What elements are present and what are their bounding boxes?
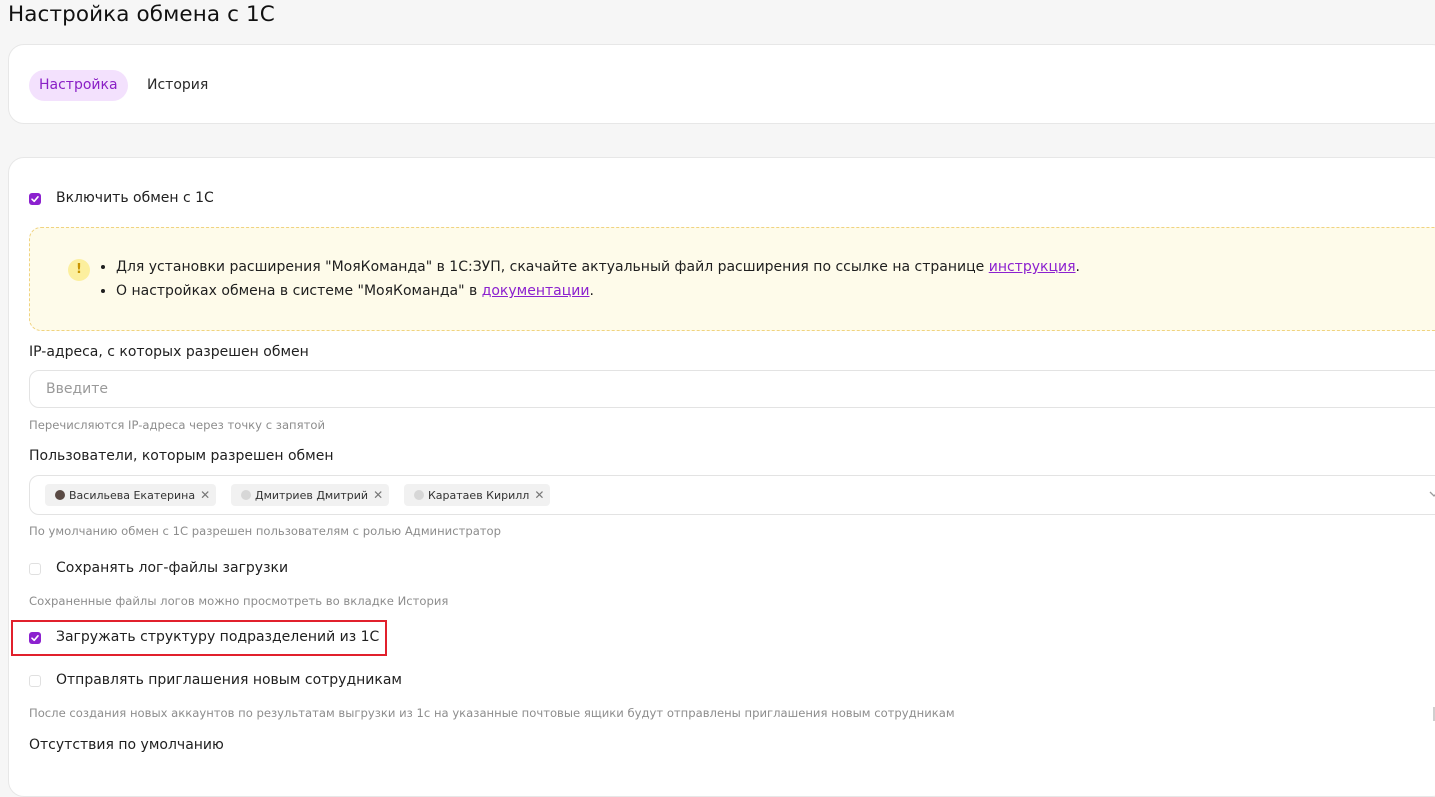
alert-item-end: .	[1075, 259, 1080, 275]
save-logs-label[interactable]: Сохранять лог-файлы загрузки	[56, 560, 288, 576]
send-invites-label[interactable]: Отправлять приглашения новым сотрудникам	[56, 672, 402, 688]
enable-exchange-label[interactable]: Включить обмен с 1С	[56, 190, 214, 206]
user-chip: Васильева Екатерина ✕	[45, 484, 217, 506]
absences-label: Отсутствия по умолчанию	[29, 737, 224, 753]
user-chip-name: Васильева Екатерина	[69, 489, 196, 502]
user-chip: Каратаев Кирилл ✕	[404, 484, 551, 506]
ip-input-wrapper	[29, 370, 1435, 408]
documentation-link[interactable]: документации	[482, 283, 590, 299]
save-logs-hint: Сохраненные файлы логов можно просмотрет…	[29, 594, 449, 608]
load-structure-label[interactable]: Загружать структуру подразделений из 1С	[56, 629, 379, 645]
settings-card: Включить обмен с 1С ! Для установки расш…	[8, 157, 1435, 797]
save-logs-checkbox[interactable]	[29, 563, 41, 575]
alert-item-text: Для установки расширения "МояКоманда" в …	[116, 259, 989, 275]
alert-item-end: .	[589, 283, 594, 299]
user-chip: Дмитриев Дмитрий ✕	[231, 484, 390, 506]
send-invites-checkbox[interactable]	[29, 675, 41, 687]
ip-input[interactable]	[44, 380, 648, 398]
avatar	[55, 490, 65, 500]
alert-list: Для установки расширения "МояКоманда" в …	[95, 255, 1080, 303]
remove-chip-icon[interactable]: ✕	[373, 488, 383, 502]
alert-item: Для установки расширения "МояКоманда" в …	[116, 255, 1080, 279]
page-title: Настройка обмена с 1С	[8, 2, 275, 27]
enable-exchange-checkbox[interactable]	[29, 193, 41, 205]
remove-chip-icon[interactable]: ✕	[534, 488, 544, 502]
users-field-hint: По умолчанию обмен с 1С разрешен пользов…	[29, 524, 502, 538]
instruction-link[interactable]: инструкция	[989, 259, 1076, 275]
alert-item: О настройках обмена в системе "МояКоманд…	[116, 279, 1080, 303]
users-select[interactable]: Васильева Екатерина ✕ Дмитриев Дмитрий ✕ К…	[29, 475, 1435, 515]
users-field-label: Пользователи, которым разрешен обмен	[29, 448, 334, 464]
tab-settings[interactable]: Настройка	[29, 70, 128, 101]
tab-history[interactable]: История	[137, 70, 218, 101]
exclamation-icon: !	[68, 259, 90, 281]
remove-chip-icon[interactable]: ✕	[200, 488, 210, 502]
user-chip-name: Каратаев Кирилл	[428, 489, 530, 502]
chevron-down-icon[interactable]	[1428, 488, 1435, 500]
alert-item-text: О настройках обмена в системе "МояКоманд…	[116, 283, 482, 299]
send-invites-hint: После создания новых аккаунтов по резуль…	[29, 706, 955, 720]
info-alert: ! Для установки расширения "МояКоманда" …	[29, 227, 1435, 331]
check-icon	[31, 635, 39, 642]
check-icon	[31, 196, 39, 203]
user-chip-name: Дмитриев Дмитрий	[255, 489, 369, 502]
load-structure-checkbox[interactable]	[29, 632, 41, 644]
avatar	[414, 490, 424, 500]
ip-field-hint: Перечисляются IP-адреса через точку с за…	[29, 418, 325, 432]
tabs-card: Настройка История	[8, 44, 1435, 124]
avatar	[241, 490, 251, 500]
ip-field-label: IP-адреса, с которых разрешен обмен	[29, 344, 309, 360]
